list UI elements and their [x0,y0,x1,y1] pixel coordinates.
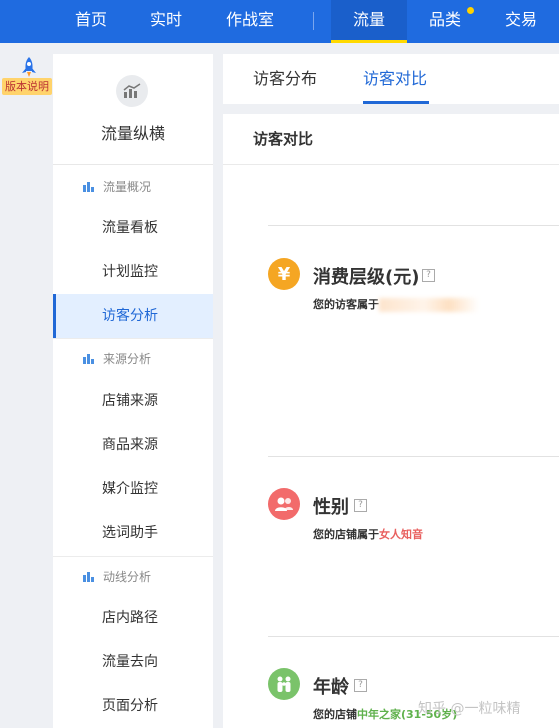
family-icon [268,668,300,700]
sidebar-item-store-path[interactable]: 店内路径 [53,596,213,640]
people-icon [268,488,300,520]
watermark: 知乎 @一粒味精 [418,701,521,717]
tab-active-underline [363,101,429,104]
nav-item-category[interactable]: 品类 [429,0,461,43]
panel-title: 访客对比 [253,130,314,148]
metric-title-gender: 性别 [313,497,349,518]
sidebar-item-traffic-destination[interactable]: 流量去向 [53,640,213,684]
sidebar-separator [53,556,213,557]
rocket-icon[interactable] [20,56,38,78]
bar-chart-icon [83,571,94,582]
metric-title-consumption: 消费层级(元) [313,267,420,288]
nav-item-home[interactable]: 首页 [75,0,107,43]
sidebar-item-visitor-analysis[interactable]: 访客分析 [53,294,213,338]
section-divider [268,456,559,457]
sidebar-divider [53,164,213,165]
section-divider [268,636,559,637]
sidebar-item-plan-monitor[interactable]: 计划监控 [53,250,213,294]
sidebar-item-page-analysis[interactable]: 页面分析 [53,684,213,728]
sidebar-title: 流量纵横 [100,124,165,143]
sidebar: 流量纵横 流量概况 流量看板 计划监控 访客分析 来源分析 店铺来源 商品来源 … [53,54,213,728]
sidebar-group-label: 流量概况 [103,179,152,194]
tab-visitor-comparison[interactable]: 访客对比 [363,54,427,104]
metric-title-age: 年龄 [313,677,349,698]
sidebar-separator [53,338,213,339]
help-icon[interactable]: ? [354,499,367,512]
sidebar-item-store-source[interactable]: 店铺来源 [53,379,213,423]
metric-desc-gender: 您的店铺属于女人知音 [313,526,423,542]
tab-visitor-distribution[interactable]: 访客分布 [253,54,317,104]
notification-dot [467,7,474,14]
yen-icon: ¥ [268,258,300,290]
section-divider [268,225,559,226]
comparison-panel: 访客对比 ¥ 消费层级(元) ? 您的访客属于 性别 ? 您的店铺属于女人知音 … [223,114,559,728]
sidebar-group-traffic-overview: 流量概况 [83,176,151,196]
metric-highlight-gender: 女人知音 [379,528,423,541]
trend-chart-icon [116,75,148,107]
nav-item-traffic[interactable]: 流量 [353,0,385,43]
metric-desc-prefix: 您的店铺 [313,708,357,721]
nav-active-underline [331,40,407,43]
nav-item-realtime[interactable]: 实时 [150,0,182,43]
sidebar-group-source-analysis: 来源分析 [83,348,151,368]
sidebar-item-media-monitor[interactable]: 媒介监控 [53,467,213,511]
sidebar-group-label: 来源分析 [103,351,152,366]
nav-item-trade[interactable]: 交易 [505,0,537,43]
version-notes-label[interactable]: 版本说明 [2,78,52,95]
sidebar-item-product-source[interactable]: 商品来源 [53,423,213,467]
nav-item-war-room[interactable]: 作战室 [226,0,274,43]
metric-desc-prefix: 您的店铺属于 [313,528,379,541]
blurred-value [379,298,479,312]
nav-divider [313,12,314,30]
panel-header-divider [223,164,559,165]
help-icon[interactable]: ? [422,269,435,282]
sidebar-item-traffic-board[interactable]: 流量看板 [53,206,213,250]
top-nav: 首页 实时 作战室 流量 品类 交易 [0,0,559,43]
sidebar-group-path-analysis: 动线分析 [83,566,151,586]
sidebar-group-label: 动线分析 [103,569,152,584]
help-icon[interactable]: ? [354,679,367,692]
sidebar-item-keyword-helper[interactable]: 选词助手 [53,511,213,555]
content-tabs: 访客分布 访客对比 [223,54,559,104]
bar-chart-icon [83,353,94,364]
metric-desc-prefix: 您的访客属于 [313,298,379,311]
bar-chart-icon [83,181,94,192]
metric-desc-consumption: 您的访客属于 [313,296,479,312]
